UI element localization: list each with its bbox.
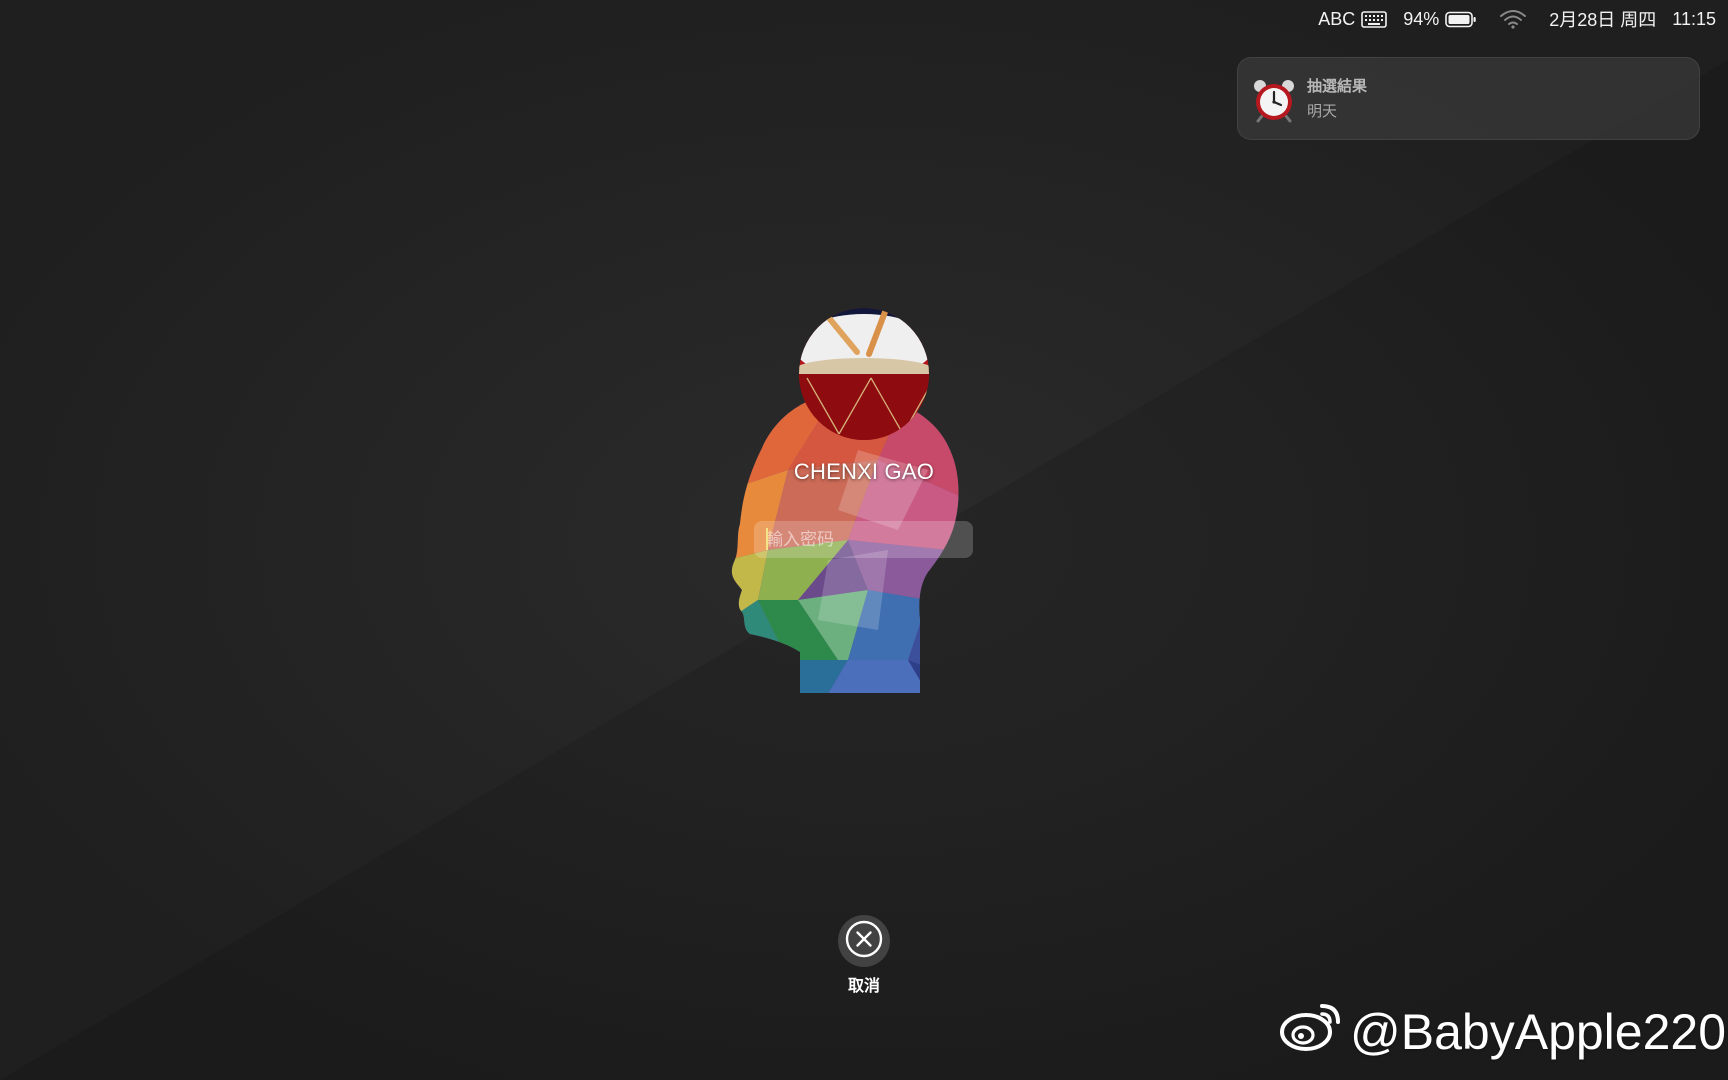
username-label: CHENXI GAO — [793, 459, 935, 484]
menu-bar: ABC 94% 2月28日 周四 11:15 — [1310, 0, 1728, 38]
cancel-label: 取消 — [847, 976, 880, 995]
battery-percent: 94% — [1403, 8, 1440, 29]
wifi-icon — [1499, 9, 1527, 29]
notification-body: 明天 — [1307, 102, 1338, 120]
battery-icon — [1445, 11, 1477, 28]
password-field[interactable] — [754, 521, 973, 558]
weibo-logo-icon — [1278, 998, 1344, 1066]
input-source-menu[interactable]: ABC — [1310, 0, 1395, 38]
date-text: 2月28日 周四 — [1549, 10, 1657, 30]
close-circle-icon — [844, 919, 884, 963]
input-source-label: ABC — [1318, 8, 1356, 29]
wifi-status[interactable] — [1485, 0, 1541, 38]
clock-label[interactable]: 11:15 — [1664, 0, 1724, 38]
keyboard-icon — [1361, 10, 1388, 28]
lock-screen: ABC 94% 2月28日 周四 11:15 抽選結果 明天 CHENXI GA… — [0, 0, 1728, 1080]
user-avatar — [799, 308, 929, 440]
watermark: @BabyApple220 — [1278, 1000, 1726, 1064]
cancel-button[interactable] — [838, 915, 890, 967]
alarm-clock-icon — [1250, 76, 1298, 124]
notification-banner[interactable]: 抽選結果 明天 — [1237, 57, 1700, 140]
login-panel: CHENXI GAO — [728, 300, 1000, 694]
watermark-text: @BabyApple220 — [1350, 1004, 1727, 1060]
date-label[interactable]: 2月28日 周四 — [1541, 0, 1664, 38]
time-text: 11:15 — [1672, 8, 1716, 29]
notification-title: 抽選結果 — [1307, 77, 1368, 95]
text-caret — [766, 528, 768, 550]
battery-status[interactable]: 94% — [1395, 0, 1485, 38]
